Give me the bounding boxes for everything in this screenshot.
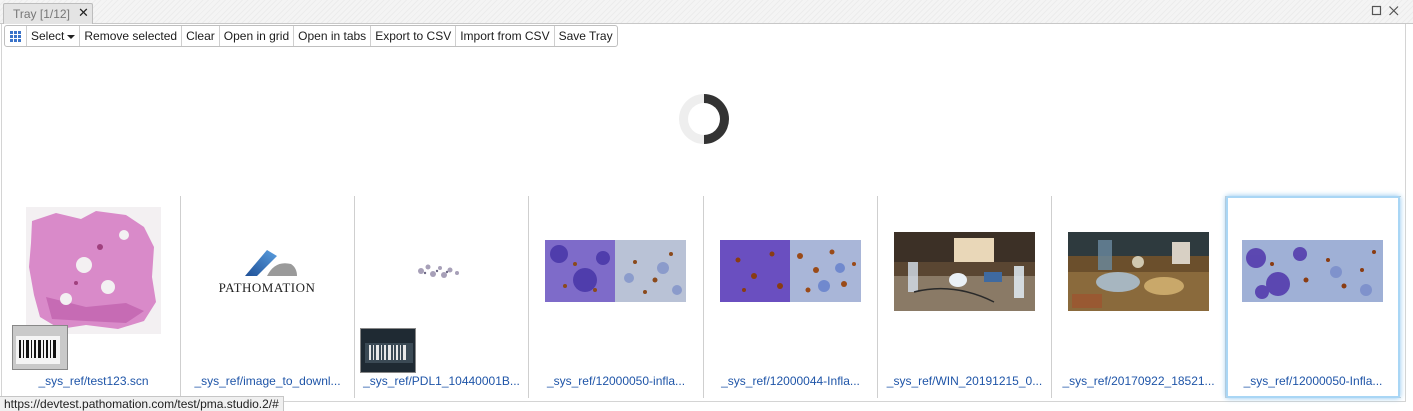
logo-wordmark: PATHOMATION (218, 280, 316, 295)
slide-card[interactable]: _sys_ref/test123.scn (7, 196, 181, 398)
select-label: Select (31, 29, 65, 43)
slide-card[interactable]: _sys_ref/PDL1_10440001B... (355, 196, 529, 398)
slide-card[interactable]: PATHOMATION _sys_ref/image_to_downl... (181, 196, 355, 398)
pathomation-logo-mark (245, 250, 297, 276)
slide-link[interactable]: _sys_ref/PDL1_10440001B... (355, 374, 528, 388)
export-csv-button[interactable]: Export to CSV (371, 26, 457, 46)
slide-thumbnail (545, 240, 686, 302)
slide-link[interactable]: _sys_ref/test123.scn (7, 374, 180, 388)
grid-icon (10, 30, 21, 42)
import-csv-button[interactable]: Import from CSV (456, 26, 555, 46)
close-tab-icon[interactable]: ✕ (78, 6, 89, 20)
grid-view-button[interactable] (5, 26, 27, 46)
slide-thumbnail (1242, 240, 1383, 302)
caret-down-icon (67, 34, 76, 39)
maximize-icon[interactable] (1371, 5, 1383, 17)
tab-strip: Tray [1/12] ✕ (0, 0, 1413, 24)
slide-link[interactable]: _sys_ref/12000044-Infla... (704, 374, 877, 388)
tab-title: Tray [1/12] (13, 7, 70, 21)
save-tray-button[interactable]: Save Tray (555, 26, 617, 46)
slide-thumbnail (26, 207, 161, 334)
slide-link[interactable]: _sys_ref/12000050-Infla... (1228, 374, 1398, 388)
loading-spinner-icon (679, 94, 729, 144)
slide-link[interactable]: _sys_ref/image_to_downl... (181, 374, 354, 388)
close-icon[interactable] (1388, 5, 1400, 17)
slide-thumbnail (894, 232, 1035, 311)
select-dropdown-button[interactable]: Select (27, 26, 81, 46)
status-url: https://devtest.pathomation.com/test/pma… (0, 396, 284, 411)
slide-link[interactable]: _sys_ref/12000050-infla... (529, 374, 703, 388)
slide-card-selected[interactable]: _sys_ref/12000050-Infla... (1226, 196, 1400, 398)
pathomation-logo: PATHOMATION (211, 246, 323, 298)
slide-thumbnail (1068, 232, 1209, 311)
tab-tray[interactable]: Tray [1/12] ✕ (3, 3, 93, 24)
slide-card[interactable]: _sys_ref/12000044-Infla... (704, 196, 878, 398)
slide-label-image (12, 325, 68, 370)
slide-link[interactable]: _sys_ref/20170922_18521... (1052, 374, 1225, 388)
open-in-tabs-button[interactable]: Open in tabs (294, 26, 372, 46)
clear-button[interactable]: Clear (182, 26, 220, 46)
slide-label-image (360, 328, 416, 373)
slide-card[interactable]: _sys_ref/20170922_18521... (1052, 196, 1226, 398)
slide-thumbnail (413, 259, 465, 285)
slide-link[interactable]: _sys_ref/WIN_20191215_0... (878, 374, 1051, 388)
slide-card[interactable]: _sys_ref/WIN_20191215_0... (878, 196, 1052, 398)
slide-thumbnail (720, 240, 861, 302)
slide-card[interactable]: _sys_ref/12000050-infla... (529, 196, 704, 398)
remove-selected-button[interactable]: Remove selected (80, 26, 183, 46)
open-in-grid-button[interactable]: Open in grid (220, 26, 295, 46)
tray-toolbar: Select Remove selected Clear Open in gri… (4, 25, 618, 47)
